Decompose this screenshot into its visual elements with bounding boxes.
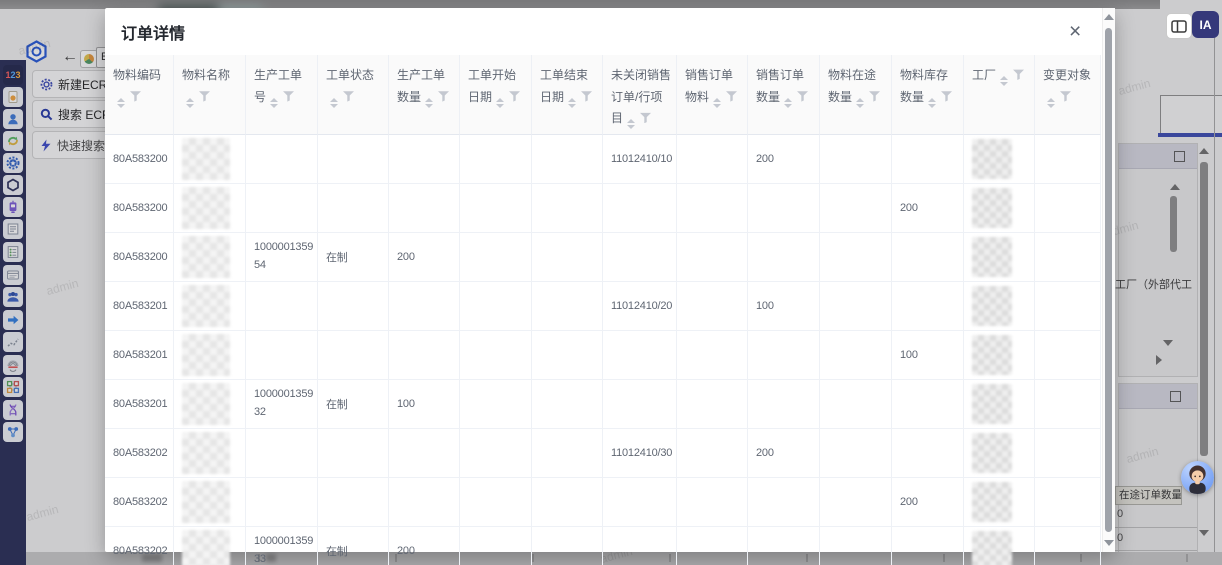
dialog-scrollbar[interactable] [1102, 8, 1115, 552]
scroll-up-icon[interactable] [1104, 14, 1114, 20]
blurred-material-name [182, 187, 230, 229]
table-row: 80A583202 200 [105, 478, 1102, 527]
filter-icon[interactable] [726, 91, 737, 102]
table-row: 80A583201 100 [105, 331, 1102, 380]
sort-icon[interactable] [330, 98, 338, 108]
blurred-material-name [182, 285, 230, 327]
th-stock-qty: 物料库存数量 [892, 55, 964, 135]
blurred-factory [972, 433, 1012, 473]
close-icon[interactable]: × [1069, 21, 1081, 43]
blurred-factory [972, 531, 1012, 565]
filter-icon[interactable] [343, 91, 354, 102]
th-work-order-no: 生产工单号 [246, 55, 318, 135]
table-header-row: 物料编码 物料名称 生产工单号 工单状态 生产工单数量 工单开始日期 工单结束日… [105, 55, 1102, 135]
screen: 123 [0, 0, 1222, 565]
sort-icon[interactable] [496, 98, 504, 108]
blurred-material-name [182, 432, 230, 474]
blurred-factory [972, 384, 1012, 424]
th-factory: 工厂 [964, 55, 1035, 135]
th-end-date: 工单结束日期 [532, 55, 603, 135]
sort-icon[interactable] [928, 98, 936, 108]
dialog-title: 订单详情 [121, 20, 185, 44]
order-table: 物料编码 物料名称 生产工单号 工单状态 生产工单数量 工单开始日期 工单结束日… [105, 55, 1102, 565]
filter-icon[interactable] [941, 91, 952, 102]
th-change-object: 变更对象 [1035, 55, 1101, 135]
sort-icon[interactable] [425, 98, 433, 108]
blurred-factory [972, 335, 1012, 375]
sort-icon[interactable] [713, 98, 721, 108]
blurred-material-name [182, 383, 230, 425]
th-material-code: 物料编码 [105, 55, 174, 135]
filter-icon[interactable] [130, 91, 141, 102]
filter-icon[interactable] [199, 91, 210, 102]
th-transit-qty: 物料在途数量 [820, 55, 892, 135]
blurred-factory [972, 188, 1012, 228]
sort-icon[interactable] [270, 98, 278, 108]
filter-icon[interactable] [869, 91, 880, 102]
table-row: 80A583200 200 [105, 184, 1102, 233]
ia-assistant-button[interactable]: IA [1192, 11, 1219, 38]
sort-icon[interactable] [784, 98, 792, 108]
th-start-date: 工单开始日期 [460, 55, 532, 135]
scroll-down-icon[interactable] [1104, 540, 1114, 546]
blurred-factory [972, 482, 1012, 522]
filter-icon[interactable] [509, 91, 520, 102]
sort-icon[interactable] [568, 98, 576, 108]
table-row: 80A583202 11012410/30 200 [105, 429, 1102, 478]
assistant-avatar[interactable] [1181, 461, 1214, 494]
blurred-material-name [182, 334, 230, 376]
blurred-material-name [182, 530, 230, 565]
th-work-order-status: 工单状态 [318, 55, 389, 135]
filter-icon[interactable] [797, 91, 808, 102]
th-open-sales-order: 未关闭销售订单/行项目 [603, 55, 677, 135]
sort-icon[interactable] [1000, 76, 1008, 86]
scrollbar-thumb[interactable] [1105, 28, 1112, 532]
filter-icon[interactable] [1013, 69, 1024, 80]
filter-icon[interactable] [581, 91, 592, 102]
table-row: 80A583200 100000135954 在制 200 [105, 233, 1102, 282]
order-detail-dialog: 订单详情 × 物料编码 物料名称 生产工单号 工单状态 生产工单数量 工单开始日… [105, 8, 1115, 552]
blurred-factory [972, 139, 1012, 179]
table-row: 80A583201 100000135932 在制 100 [105, 380, 1102, 429]
filter-icon[interactable] [438, 91, 449, 102]
table-row: 80A583201 11012410/20 100 [105, 282, 1102, 331]
blurred-material-name [182, 481, 230, 523]
filter-icon[interactable] [1060, 91, 1071, 102]
table-row: 80A583200 11012410/10 200 [105, 135, 1102, 184]
sort-icon[interactable] [856, 98, 864, 108]
blurred-factory [972, 286, 1012, 326]
table-row: 80A583202 100000135933 在制 200 [105, 527, 1102, 565]
sort-icon[interactable] [186, 98, 194, 108]
blurred-material-name [182, 236, 230, 278]
th-sales-order-qty: 销售订单数量 [748, 55, 820, 135]
split-panes-icon [1171, 20, 1187, 33]
th-material-name: 物料名称 [174, 55, 246, 135]
split-view-button[interactable] [1166, 13, 1192, 39]
filter-icon[interactable] [640, 112, 651, 123]
sort-icon[interactable] [1047, 98, 1055, 108]
sort-icon[interactable] [627, 119, 635, 129]
blurred-material-name [182, 138, 230, 180]
th-sales-order-material: 销售订单物料 [677, 55, 748, 135]
avatar-girl-icon [1181, 461, 1214, 494]
blurred-factory [972, 237, 1012, 277]
sort-icon[interactable] [117, 98, 125, 108]
th-work-order-qty: 生产工单数量 [389, 55, 460, 135]
filter-icon[interactable] [283, 91, 294, 102]
